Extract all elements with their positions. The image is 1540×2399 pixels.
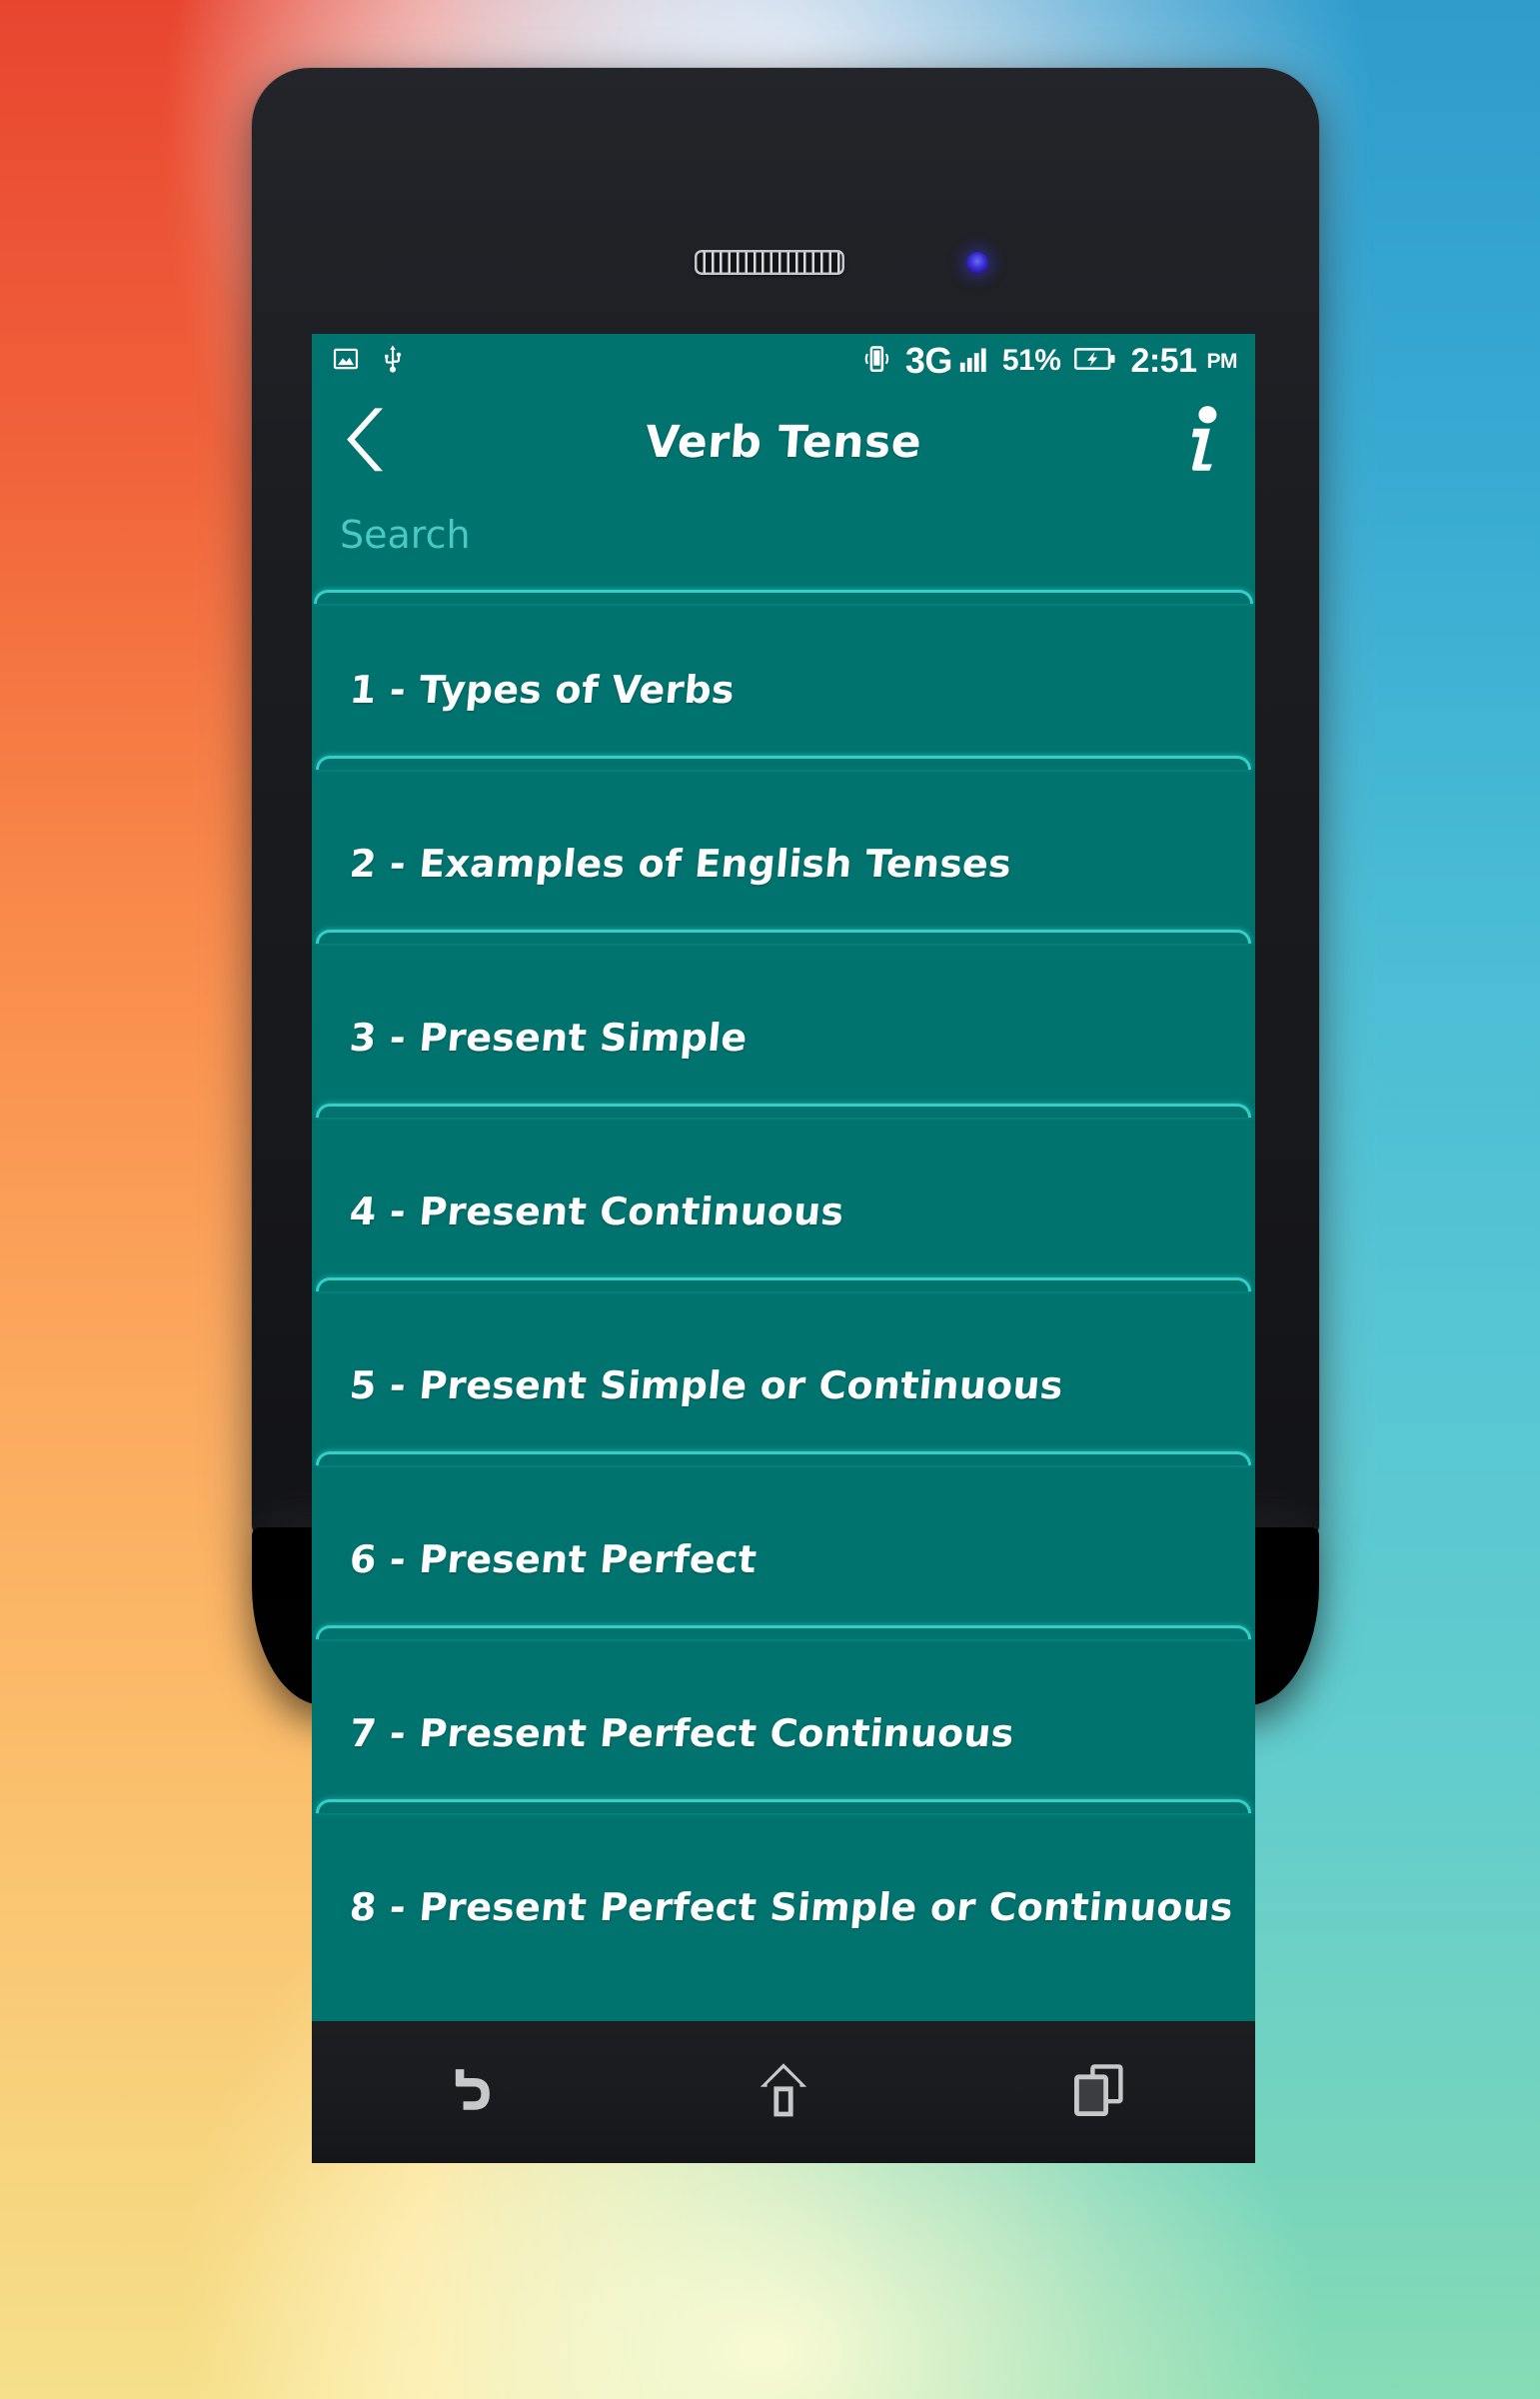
search-input[interactable] [334,496,1233,574]
list-item[interactable]: 5 - Present Simple or Continuous [312,1305,1255,1465]
list-item-label: 4 - Present Continuous [348,1190,846,1233]
list-divider [316,1451,1251,1465]
list-item-label: 1 - Types of Verbs [348,668,737,712]
list-item[interactable]: 8 - Present Perfect Simple or Continuous [312,1827,1255,1987]
list-item-label: 6 - Present Perfect [348,1537,759,1581]
info-button[interactable] [1153,404,1225,480]
info-icon [1181,404,1225,480]
search-field-container [312,496,1255,596]
list-item-label: 7 - Present Perfect Continuous [348,1711,1016,1755]
vibrate-icon [861,343,891,379]
nav-back-button[interactable] [312,2061,627,2123]
clock-label: 2:51 [1130,342,1197,380]
clock-ampm-label: PM [1206,349,1238,373]
usb-icon [380,344,406,378]
search-underline [314,590,1253,604]
android-navigation-bar [312,2021,1255,2163]
back-arrow-icon [440,2061,498,2123]
list-divider [316,756,1251,770]
earpiece-speaker-icon [695,250,844,275]
back-button[interactable] [342,404,414,480]
signal-bars-icon [958,344,988,378]
page-title: Verb Tense [644,416,923,468]
list-divider [316,1625,1251,1639]
list-divider [316,1277,1251,1291]
recent-apps-icon [1070,2062,1126,2122]
image-icon [332,345,360,377]
back-chevron-icon [342,404,394,480]
list-item[interactable]: 1 - Types of Verbs [312,610,1255,770]
phone-screen: 3G 51% 2:51 PM Verb Tense Search 1 - Typ… [312,334,1255,2021]
list-divider [316,930,1251,944]
status-bar: 3G 51% 2:51 PM [312,334,1255,388]
list-item[interactable]: 3 - Present Simple [312,958,1255,1118]
list-divider [316,1799,1251,1813]
status-bar-left [332,344,406,378]
tense-list: 1 - Types of Verbs 2 - Examples of Engli… [312,610,1255,1987]
list-item-label: 2 - Examples of English Tenses [348,842,1013,886]
list-item[interactable]: 4 - Present Continuous [312,1132,1255,1291]
network-type-label: 3G [904,340,953,381]
list-item[interactable]: 6 - Present Perfect [312,1479,1255,1639]
nav-recents-button[interactable] [940,2062,1255,2122]
list-divider [316,1104,1251,1118]
list-item[interactable]: 2 - Examples of English Tenses [312,784,1255,944]
front-camera-icon [966,252,988,274]
app-bar: Verb Tense [312,388,1255,496]
battery-percent-label: 51% [1001,344,1061,377]
list-item-label: 8 - Present Perfect Simple or Continuous [348,1885,1235,1929]
status-bar-right: 3G 51% 2:51 PM [861,343,1237,379]
battery-charging-icon [1074,346,1116,376]
list-item[interactable]: 7 - Present Perfect Continuous [312,1653,1255,1813]
nav-home-button[interactable] [627,2060,941,2124]
home-icon [756,2060,811,2124]
list-item-label: 3 - Present Simple [348,1016,750,1060]
list-item-label: 5 - Present Simple or Continuous [348,1363,1065,1407]
